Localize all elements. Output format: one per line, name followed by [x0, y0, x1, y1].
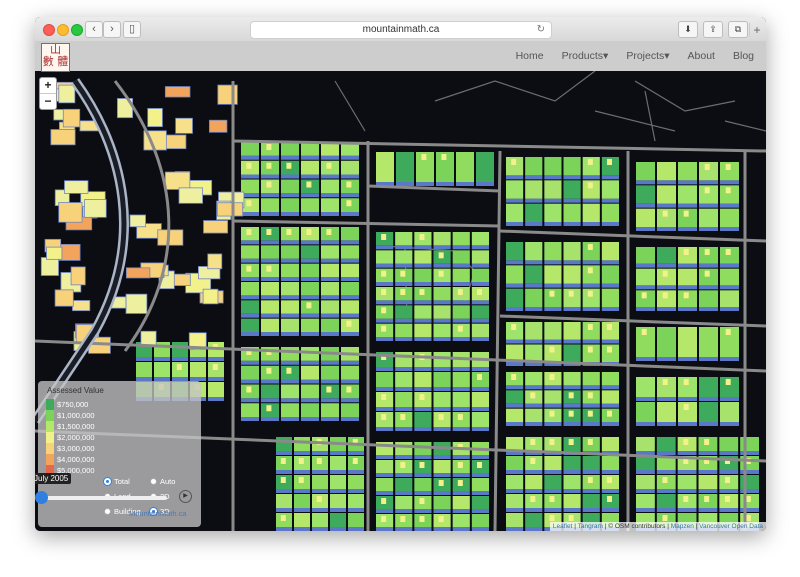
zoom-control: + − — [39, 77, 57, 110]
radio-building[interactable] — [104, 508, 111, 515]
menu-home[interactable]: Home — [516, 50, 544, 62]
legend-label: $1,500,000 — [57, 422, 95, 431]
forward-button[interactable]: › — [103, 21, 121, 38]
title-bar: ‹ › ▯ mountainmath.ca ↻ ⬇ ⇪ ⧉ + — [35, 17, 766, 42]
legend-swatch — [46, 421, 54, 432]
legend-swatch — [46, 454, 54, 465]
legend-panel: Assessed Value $750,000 $1,000,000 $1,500,… — [38, 381, 201, 527]
osm-credit: © OSM contributors — [608, 523, 666, 530]
mapzen-link[interactable]: Mapzen — [671, 523, 694, 530]
play-icon[interactable]: ▶ — [179, 490, 192, 503]
menu-products[interactable]: Products▾ — [562, 50, 609, 62]
site-navbar: 山 數 體 Home Products▾ Projects▾ About Blo… — [35, 41, 766, 72]
legend-label: $750,000 — [57, 400, 89, 409]
legend-entry: $4,000,000 — [46, 454, 95, 465]
option-total[interactable]: Total — [104, 477, 130, 486]
sidebar-toggle-icon[interactable]: ▯ — [123, 21, 141, 38]
radio-total[interactable] — [104, 478, 111, 485]
reload-icon[interactable]: ↻ — [537, 22, 545, 38]
new-tab-button[interactable]: + — [749, 23, 764, 37]
browser-window: ‹ › ▯ mountainmath.ca ↻ ⬇ ⇪ ⧉ + 山 數 體 Ho… — [35, 17, 766, 531]
legend-title: Assessed Value — [47, 386, 104, 395]
vancouver-link[interactable]: Vancouver Open Data — [699, 523, 763, 530]
time-slider-handle[interactable] — [35, 491, 48, 504]
radio-auto[interactable] — [150, 478, 157, 485]
menu-blog[interactable]: Blog — [733, 50, 754, 62]
map-attribution: Leaflet | Tangram | © OSM contributors |… — [549, 522, 766, 531]
legend-swatch — [46, 432, 54, 443]
legend-label: $1,000,000 — [57, 411, 95, 420]
menu-about[interactable]: About — [688, 50, 715, 62]
brand-link[interactable]: MountainMath.ca — [129, 509, 187, 518]
legend-label: $3,000,000 — [57, 444, 95, 453]
leaflet-link[interactable]: Leaflet — [553, 523, 573, 530]
map-canvas[interactable]: 山 數 體 Home Products▾ Projects▾ About Blo… — [35, 41, 766, 531]
url-text: mountainmath.ca — [362, 24, 440, 35]
legend-entry: $3,000,000 — [46, 443, 95, 454]
minimize-window-button[interactable] — [57, 24, 69, 36]
zoom-in-button[interactable]: + — [40, 78, 56, 93]
legend-swatch — [46, 443, 54, 454]
option-auto[interactable]: Auto — [150, 477, 175, 486]
legend-entry: $1,500,000 — [46, 421, 95, 432]
site-logo[interactable]: 山 數 體 — [41, 43, 70, 72]
legend-entry: $750,000 — [46, 399, 88, 410]
legend-label: $2,000,000 — [57, 433, 95, 442]
back-button[interactable]: ‹ — [85, 21, 103, 38]
tabs-icon[interactable]: ⧉ — [728, 21, 748, 38]
main-menu: Home Products▾ Projects▾ About Blog — [516, 41, 754, 71]
legend-swatch — [46, 399, 54, 410]
download-icon[interactable]: ⬇ — [678, 21, 698, 38]
legend-entry: $1,000,000 — [46, 410, 95, 421]
share-icon[interactable]: ⇪ — [703, 21, 723, 38]
date-label: July 2005 — [35, 473, 72, 484]
tangram-link[interactable]: Tangram — [578, 523, 603, 530]
zoom-out-button[interactable]: − — [40, 93, 56, 109]
time-slider-track[interactable] — [43, 496, 167, 500]
menu-projects[interactable]: Projects▾ — [626, 50, 669, 62]
zoom-window-button[interactable] — [71, 24, 83, 36]
close-window-button[interactable] — [43, 24, 55, 36]
legend-label: $4,000,000 — [57, 455, 95, 464]
legend-entry: $2,000,000 — [46, 432, 95, 443]
address-bar[interactable]: mountainmath.ca ↻ — [250, 21, 552, 39]
legend-swatch — [46, 410, 54, 421]
